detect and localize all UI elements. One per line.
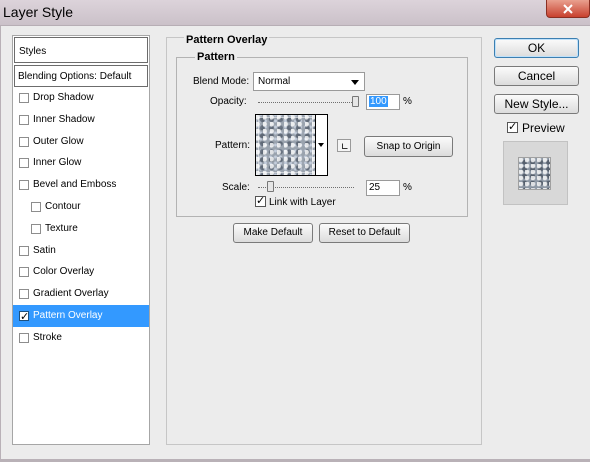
style-item-label: Outer Glow xyxy=(33,135,84,147)
scale-slider-thumb[interactable] xyxy=(267,181,274,192)
style-item-checkbox[interactable] xyxy=(31,201,41,212)
ok-button[interactable]: OK xyxy=(494,38,579,58)
scale-value: 25 xyxy=(369,182,381,193)
style-item-label: Inner Shadow xyxy=(33,113,95,125)
style-item-label: Contour xyxy=(45,200,81,212)
style-item-checkbox[interactable] xyxy=(19,93,29,103)
style-item-checkbox[interactable] xyxy=(19,245,29,256)
style-item-checkbox[interactable] xyxy=(31,223,41,234)
pattern-overlay-title: Pattern Overlay xyxy=(184,34,270,46)
make-default-button[interactable]: Make Default xyxy=(233,223,313,243)
check-icon: ✓ xyxy=(508,121,518,133)
style-item-label: Color Overlay xyxy=(33,266,95,278)
style-item-checkbox[interactable] xyxy=(19,158,29,169)
cancel-button[interactable]: Cancel xyxy=(494,66,579,86)
scale-percent: % xyxy=(403,182,412,193)
pattern-label: Pattern: xyxy=(215,140,251,151)
preview-label: Preview xyxy=(522,121,565,135)
blend-mode-value: Normal xyxy=(258,76,291,87)
chevron-down-icon xyxy=(318,143,324,147)
blend-mode-label: Blend Mode: xyxy=(193,76,250,87)
style-item-checkbox[interactable] xyxy=(19,289,29,300)
style-item-checkbox[interactable] xyxy=(19,332,29,343)
style-item-label: Gradient Overlay xyxy=(33,288,109,300)
link-with-layer-checkbox[interactable]: ✓ xyxy=(255,195,266,207)
preview-checkbox[interactable]: ✓ xyxy=(507,121,518,133)
check-icon: ✓ xyxy=(256,195,266,207)
blending-options-item[interactable]: Blending Options: Default xyxy=(14,65,148,87)
style-item-drop-shadow[interactable]: Drop Shadow xyxy=(13,87,149,109)
opacity-percent: % xyxy=(403,96,412,107)
close-icon xyxy=(563,3,573,14)
style-item-label: Texture xyxy=(45,222,78,234)
scale-label: Scale: xyxy=(222,182,250,193)
style-item-checkbox[interactable] xyxy=(19,114,29,125)
scale-input[interactable]: 25 xyxy=(366,180,400,196)
style-item-pattern-overlay[interactable]: ✓ Pattern Overlay xyxy=(13,304,149,327)
styles-header[interactable]: Styles xyxy=(14,37,148,63)
chevron-down-icon xyxy=(351,80,359,85)
style-item-texture[interactable]: Texture xyxy=(13,218,149,240)
snap-to-origin-button[interactable]: Snap to Origin xyxy=(364,136,453,157)
style-item-label: Inner Glow xyxy=(33,157,82,169)
opacity-label: Opacity: xyxy=(210,96,247,107)
pattern-dropdown-button[interactable] xyxy=(316,114,328,176)
style-item-contour[interactable]: Contour xyxy=(13,196,149,218)
style-item-inner-shadow[interactable]: Inner Shadow xyxy=(13,109,149,131)
pattern-swatch-frame xyxy=(258,117,313,173)
styles-list: Styles Blending Options: Default Drop Sh… xyxy=(12,35,150,445)
style-item-color-overlay[interactable]: Color Overlay xyxy=(13,261,149,283)
link-with-layer-label: Link with Layer xyxy=(269,197,336,208)
style-item-checkbox[interactable] xyxy=(19,267,29,278)
new-preset-button[interactable] xyxy=(337,139,351,152)
opacity-input[interactable]: 100 xyxy=(366,94,400,110)
style-item-inner-glow[interactable]: Inner Glow xyxy=(13,152,149,174)
style-preview-thumbnail xyxy=(518,157,551,190)
style-item-outer-glow[interactable]: Outer Glow xyxy=(13,131,149,153)
style-item-checkbox[interactable]: ✓ xyxy=(19,310,29,323)
style-item-label: Drop Shadow xyxy=(33,92,94,103)
style-item-checkbox[interactable] xyxy=(19,136,29,147)
style-item-label: Satin xyxy=(33,244,56,256)
style-item-gradient-overlay[interactable]: Gradient Overlay xyxy=(13,283,149,305)
close-button[interactable] xyxy=(546,0,590,18)
new-style-button[interactable]: New Style... xyxy=(494,94,579,114)
style-item-label: Bevel and Emboss xyxy=(33,179,117,191)
title-bar: Layer Style xyxy=(0,0,590,26)
new-preset-icon xyxy=(342,143,348,149)
style-items: Drop Shadow Inner Shadow Outer Glow Inner G… xyxy=(13,87,149,349)
style-item-stroke[interactable]: Stroke xyxy=(13,327,149,349)
style-item-label: Pattern Overlay xyxy=(33,309,103,321)
opacity-value: 100 xyxy=(369,96,388,107)
check-icon: ✓ xyxy=(20,310,30,323)
style-item-satin[interactable]: Satin xyxy=(13,240,149,262)
blend-mode-select[interactable]: Normal xyxy=(253,72,365,91)
style-item-checkbox[interactable] xyxy=(19,180,29,191)
opacity-slider-track[interactable] xyxy=(258,102,358,103)
window-title: Layer Style xyxy=(3,4,74,20)
style-item-label: Stroke xyxy=(33,331,62,343)
reset-to-default-button[interactable]: Reset to Default xyxy=(319,223,410,243)
style-item-bevel-and-emboss[interactable]: Bevel and Emboss xyxy=(13,174,149,196)
opacity-slider-thumb[interactable] xyxy=(352,96,359,107)
pattern-subgroup-title: Pattern xyxy=(195,51,237,63)
